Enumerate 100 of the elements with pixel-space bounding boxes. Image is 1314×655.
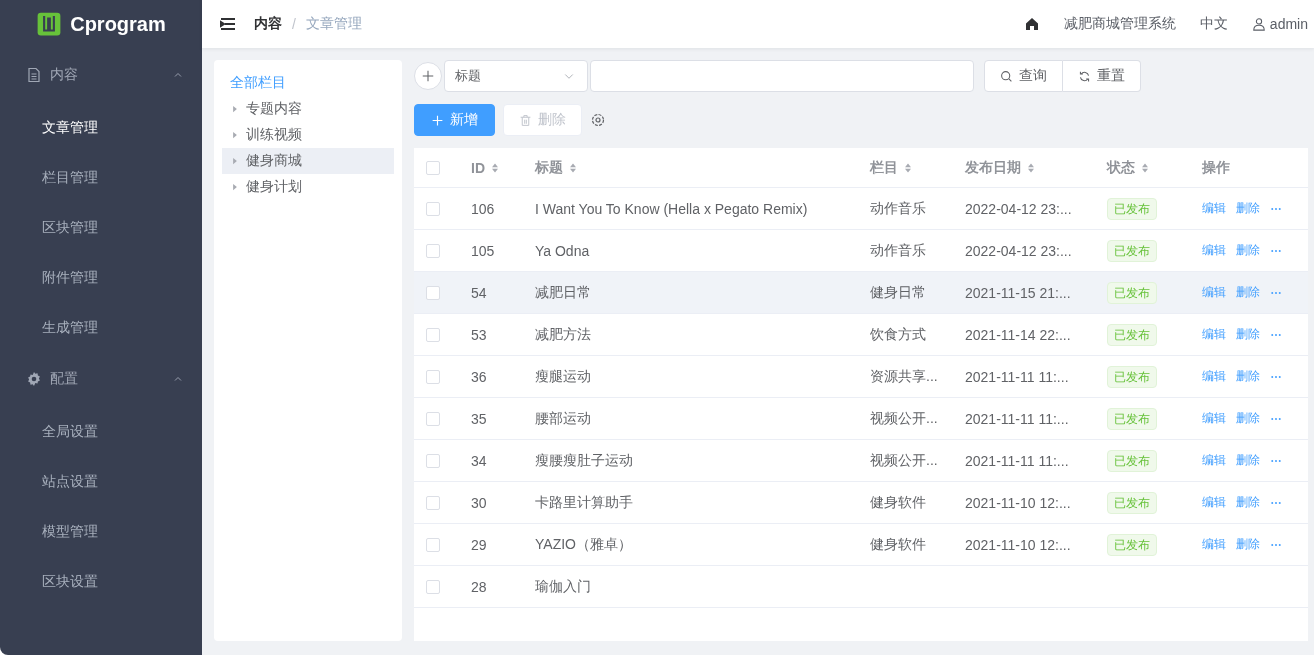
column-header[interactable]: 栏目	[870, 158, 914, 177]
language-menu[interactable]: 中文	[1199, 15, 1228, 33]
table-cell: 2021-11-10 12:...	[965, 494, 1071, 511]
edit-link[interactable]: 编辑	[1202, 368, 1226, 385]
tree-root-item[interactable]: 全部栏目	[222, 70, 394, 96]
reset-button[interactable]: 重置	[1063, 60, 1141, 92]
table-cell: 2021-11-14 22:...	[965, 326, 1071, 343]
table-cell: 2021-11-11 11:...	[965, 410, 1069, 427]
menu-item[interactable]: 全局设置	[0, 406, 202, 456]
menu-icon	[220, 16, 236, 32]
breadcrumb-link[interactable]: 内容	[254, 15, 282, 33]
table-cell: 减肥方法	[535, 325, 591, 342]
table-cell: 减肥日常	[535, 283, 591, 300]
menu-item[interactable]: 栏目管理	[0, 152, 202, 202]
add-filter-button[interactable]	[414, 62, 442, 90]
breadcrumb-separator: /	[292, 16, 296, 32]
table-cell: 2021-11-10 12:...	[965, 536, 1071, 553]
edit-link[interactable]: 编辑	[1202, 200, 1226, 217]
menu-item[interactable]: 区块设置	[0, 556, 202, 606]
edit-link[interactable]: 编辑	[1202, 494, 1226, 511]
row-checkbox[interactable]	[426, 201, 440, 216]
status-tag: 已发布	[1107, 365, 1157, 388]
table-cell: 30	[471, 494, 487, 511]
tree-item[interactable]: 健身商城	[222, 148, 394, 174]
row-checkbox[interactable]	[426, 243, 440, 258]
select-all-checkbox[interactable]	[426, 160, 440, 175]
logo-icon	[36, 11, 63, 37]
table-cell: 瘦腿运动	[535, 367, 591, 384]
menu-group-label[interactable]: 内容	[50, 66, 164, 84]
menu-item[interactable]: 模型管理	[0, 506, 202, 556]
table-cell: 106	[471, 200, 495, 217]
table-cell: 2021-11-15 21:...	[965, 284, 1071, 301]
table-cell: 2021-11-11 11:...	[965, 452, 1069, 469]
row-checkbox[interactable]	[426, 453, 440, 468]
table-cell: 饮食方式	[870, 325, 926, 342]
table-cell: 动作音乐	[870, 241, 926, 258]
row-checkbox[interactable]	[426, 579, 440, 594]
column-header[interactable]: 状态	[1107, 158, 1151, 177]
edit-link[interactable]: 编辑	[1202, 410, 1226, 427]
field-select[interactable]: 标题	[444, 60, 588, 92]
row-checkbox[interactable]	[426, 369, 440, 384]
username[interactable]: admin	[1269, 16, 1308, 32]
menu-item[interactable]: 生成管理	[0, 302, 202, 352]
status-tag: 已发布	[1107, 323, 1157, 346]
status-tag: 已发布	[1107, 449, 1157, 472]
row-checkbox[interactable]	[426, 495, 440, 510]
delete-link[interactable]: 删除	[1236, 326, 1260, 343]
tree-item[interactable]: 训练视频	[222, 122, 394, 148]
table-cell: 2022-04-12 23:...	[965, 200, 1072, 217]
status-tag: 已发布	[1107, 281, 1157, 304]
table-cell: 腰部运动	[535, 409, 591, 426]
column-header[interactable]: 操作	[1202, 158, 1230, 177]
tree-item[interactable]: 健身计划	[222, 174, 394, 200]
tree-item[interactable]: 专题内容	[222, 96, 394, 122]
table-cell: Ya Odna	[535, 242, 590, 259]
menu-item[interactable]: 区块管理	[0, 202, 202, 252]
table-cell: 瑜伽入门	[535, 577, 591, 594]
add-button[interactable]: 新增	[414, 104, 495, 136]
edit-link[interactable]: 编辑	[1202, 242, 1226, 259]
column-header[interactable]: ID	[471, 159, 501, 176]
table-cell: 健身软件	[870, 493, 926, 510]
menu-group-label[interactable]: 配置	[50, 370, 164, 388]
document-icon	[26, 67, 42, 83]
table-cell: 资源共享...	[870, 367, 938, 384]
delete-link[interactable]: 删除	[1236, 284, 1260, 301]
menu-item[interactable]: 附件管理	[0, 252, 202, 302]
delete-link[interactable]: 删除	[1236, 410, 1260, 427]
edit-link[interactable]: 编辑	[1202, 452, 1226, 469]
edit-link[interactable]: 编辑	[1202, 536, 1226, 553]
trash-icon	[519, 113, 532, 127]
table-cell: 2022-04-12 23:...	[965, 242, 1072, 259]
column-header[interactable]: 标题	[535, 158, 579, 177]
delete-link[interactable]: 删除	[1236, 536, 1260, 553]
menu-item[interactable]: 文章管理	[0, 102, 202, 152]
row-checkbox[interactable]	[426, 327, 440, 342]
row-checkbox[interactable]	[426, 411, 440, 426]
column-header[interactable]: 发布日期	[965, 158, 1037, 177]
refresh-icon	[1078, 69, 1091, 83]
query-button[interactable]: 查询	[984, 60, 1063, 92]
status-tag: 已发布	[1107, 197, 1157, 220]
edit-link[interactable]: 编辑	[1202, 284, 1226, 301]
table-cell: 36	[471, 368, 487, 385]
status-tag: 已发布	[1107, 533, 1157, 556]
edit-link[interactable]: 编辑	[1202, 326, 1226, 343]
delete-link[interactable]: 删除	[1236, 494, 1260, 511]
table-cell: 健身日常	[870, 283, 926, 300]
logo-text: Cprogram	[70, 12, 166, 36]
delete-link[interactable]: 删除	[1236, 242, 1260, 259]
table-cell: I Want You To Know (Hella x Pegato Remix)	[535, 200, 808, 217]
site-name: 减肥商城管理系统	[1063, 15, 1176, 33]
home-icon	[1023, 16, 1040, 32]
row-checkbox[interactable]	[426, 537, 440, 552]
delete-link[interactable]: 删除	[1236, 368, 1260, 385]
search-field[interactable]	[590, 60, 974, 92]
delete-link[interactable]: 删除	[1236, 452, 1260, 469]
search-icon	[1000, 69, 1013, 83]
delete-link[interactable]: 删除	[1236, 200, 1260, 217]
menu-item[interactable]: 站点设置	[0, 456, 202, 506]
table-cell: 瘦腰瘦肚子运动	[535, 451, 633, 468]
row-checkbox[interactable]	[426, 285, 440, 300]
